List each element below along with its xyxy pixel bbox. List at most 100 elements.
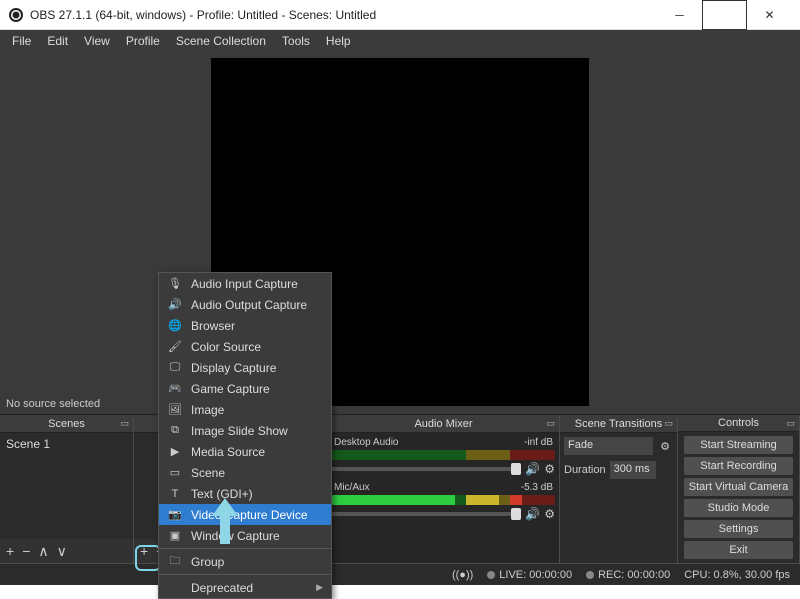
gear-icon[interactable]: ⚙ (544, 507, 555, 521)
mixer-channel-label: Mic/Aux (334, 482, 370, 493)
ctx-group[interactable]: 🗀Group (159, 551, 331, 572)
settings-button[interactable]: Settings (684, 520, 793, 538)
duration-label: Duration (564, 464, 606, 476)
mixer-channel: Desktop Audio -inf dB 🔊 ⚙ (332, 435, 555, 478)
speaker-icon[interactable]: 🔊 (525, 462, 540, 476)
ctx-audio-output-capture[interactable]: 🔊Audio Output Capture (159, 294, 331, 315)
ctx-color-source[interactable]: 🖌Color Source (159, 336, 331, 357)
start-streaming-button[interactable]: Start Streaming (684, 436, 793, 454)
gear-icon[interactable]: ⚙ (657, 438, 673, 454)
pointer-arrow-icon (208, 498, 242, 548)
mixer-body: Desktop Audio -inf dB 🔊 ⚙ (328, 433, 559, 563)
cpu-status: CPU: 0.8%, 30.00 fps (684, 569, 790, 581)
play-icon: ▶ (167, 445, 183, 458)
menu-help[interactable]: Help (318, 34, 359, 48)
transition-type-select[interactable]: Fade (564, 437, 653, 455)
mic-icon: 🎙 (167, 277, 183, 290)
minimize-button[interactable]: ─ (657, 0, 702, 30)
scenes-panel: Scenes ▭ Scene 1 (0, 415, 134, 563)
broadcast-icon: ((●)) (452, 569, 473, 581)
mixer-title: Audio Mixer (414, 418, 472, 430)
scene-remove-button[interactable] (22, 543, 30, 559)
obs-logo-icon (8, 7, 24, 23)
mixer-volume-slider[interactable] (332, 512, 521, 516)
mixer-header: Audio Mixer ▭ (328, 415, 559, 433)
rec-status: REC: 00:00:00 (598, 569, 670, 581)
statusbar: ((●)) LIVE: 00:00:00 REC: 00:00:00 CPU: … (0, 563, 800, 585)
ctx-deprecated[interactable]: Deprecated▶ (159, 577, 331, 598)
scene-item[interactable]: Scene 1 (6, 437, 127, 451)
collapse-icon[interactable]: ▭ (786, 418, 795, 429)
menu-file[interactable]: File (4, 34, 39, 48)
exit-button[interactable]: Exit (684, 541, 793, 559)
ctx-video-capture-device[interactable]: 📷Video Capture Device (159, 504, 331, 525)
ctx-scene[interactable]: ▭Scene (159, 462, 331, 483)
rec-indicator-icon (586, 571, 594, 579)
collapse-icon[interactable]: ▭ (120, 418, 129, 429)
ctx-window-capture[interactable]: ▣Window Capture (159, 525, 331, 546)
mixer-db-value: -5.3 dB (521, 482, 553, 493)
scene-down-button[interactable] (57, 543, 67, 560)
mixer-channel: Mic/Aux -5.3 dB 🔊 ⚙ (332, 480, 555, 523)
mixer-channel-label: Desktop Audio (334, 437, 399, 448)
scene-icon: ▭ (167, 466, 183, 479)
ctx-text-gdi[interactable]: TText (GDI+) (159, 483, 331, 504)
ctx-game-capture[interactable]: 🎮Game Capture (159, 378, 331, 399)
monitor-icon: 🖵 (167, 361, 183, 374)
ctx-image[interactable]: 🖼Image (159, 399, 331, 420)
menu-profile[interactable]: Profile (118, 34, 168, 48)
live-indicator-icon (487, 571, 495, 579)
menu-view[interactable]: View (76, 34, 118, 48)
mixer-meter (332, 450, 555, 460)
bottom-panels: Scenes ▭ Scene 1 Sources ▭ ⚙ Audi (0, 414, 800, 563)
separator (159, 574, 331, 575)
window-title: OBS 27.1.1 (64-bit, windows) - Profile: … (30, 8, 657, 22)
ctx-audio-input-capture[interactable]: 🎙Audio Input Capture (159, 273, 331, 294)
audio-mixer-panel: Audio Mixer ▭ Desktop Audio -inf dB 🔊 (328, 415, 560, 563)
ctx-display-capture[interactable]: 🖵Display Capture (159, 357, 331, 378)
start-recording-button[interactable]: Start Recording (684, 457, 793, 475)
studio-mode-button[interactable]: Studio Mode (684, 499, 793, 517)
transitions-panel: Scene Transitions ▭ Fade ⚙ Duration 300 … (560, 415, 678, 563)
gear-icon[interactable]: ⚙ (544, 462, 555, 476)
window-icon: ▣ (167, 529, 183, 542)
transitions-title: Scene Transitions (575, 418, 662, 430)
collapse-icon[interactable]: ▭ (664, 418, 673, 429)
gamepad-icon: 🎮 (167, 382, 183, 395)
globe-icon: 🌐 (167, 319, 183, 332)
scene-up-button[interactable] (38, 543, 48, 560)
controls-panel: Controls ▭ Start Streaming Start Recordi… (678, 415, 800, 563)
menubar: File Edit View Profile Scene Collection … (0, 30, 800, 52)
collapse-icon[interactable]: ▭ (546, 418, 555, 429)
camera-icon: 📷 (167, 508, 183, 521)
close-button[interactable]: ✕ (747, 0, 792, 30)
start-virtual-camera-button[interactable]: Start Virtual Camera (684, 478, 793, 496)
menu-tools[interactable]: Tools (274, 34, 318, 48)
mixer-meter (332, 495, 555, 505)
mixer-db-value: -inf dB (524, 437, 553, 448)
ctx-image-slide-show[interactable]: ⧉Image Slide Show (159, 420, 331, 441)
controls-title: Controls (718, 417, 759, 429)
scene-add-button[interactable] (6, 543, 14, 559)
scenes-toolbar (0, 539, 133, 563)
text-icon: T (167, 488, 183, 500)
scenes-list[interactable]: Scene 1 (0, 433, 133, 539)
transitions-header: Scene Transitions ▭ (560, 415, 677, 433)
menu-edit[interactable]: Edit (39, 34, 76, 48)
titlebar: OBS 27.1.1 (64-bit, windows) - Profile: … (0, 0, 800, 30)
preview-area: No source selected (0, 52, 800, 414)
speaker-icon: 🔊 (167, 298, 183, 311)
maximize-button[interactable] (702, 0, 747, 30)
mixer-volume-slider[interactable] (332, 467, 521, 471)
brush-icon: 🖌 (167, 340, 183, 353)
scenes-title: Scenes (48, 418, 85, 430)
folder-icon: 🗀 (167, 552, 183, 571)
chevron-right-icon: ▶ (316, 582, 323, 593)
duration-input[interactable]: 300 ms (610, 461, 656, 479)
ctx-browser[interactable]: 🌐Browser (159, 315, 331, 336)
speaker-icon[interactable]: 🔊 (525, 507, 540, 521)
image-icon: 🖼 (167, 403, 183, 416)
menu-scene-collection[interactable]: Scene Collection (168, 34, 274, 48)
ctx-media-source[interactable]: ▶Media Source (159, 441, 331, 462)
live-status: LIVE: 00:00:00 (499, 569, 572, 581)
